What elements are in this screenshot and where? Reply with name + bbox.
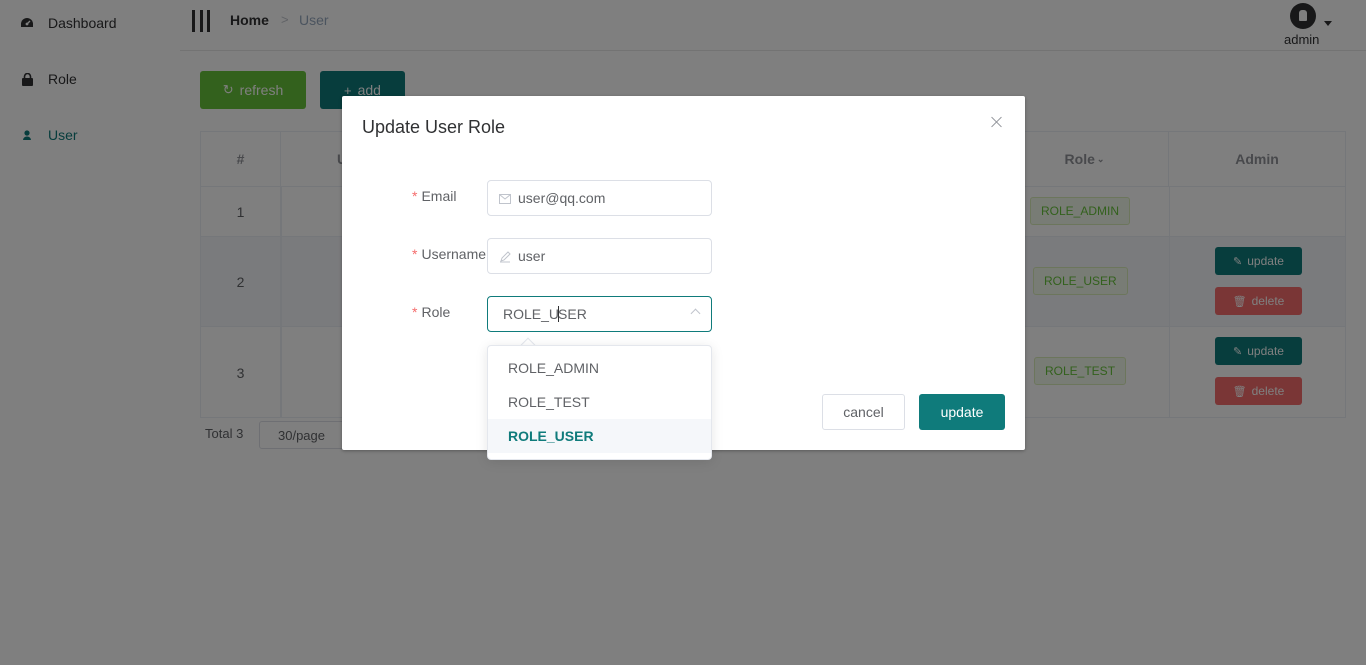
cancel-button[interactable]: cancel <box>822 394 905 430</box>
email-value: user@qq.com <box>518 190 606 206</box>
role-dropdown: ROLE_ADMIN ROLE_TEST ROLE_USER <box>487 345 712 460</box>
update-button[interactable]: update <box>919 394 1005 430</box>
chevron-up-icon[interactable] <box>690 308 701 319</box>
dialog-title: Update User Role <box>362 117 506 137</box>
role-option-test[interactable]: ROLE_TEST <box>488 385 711 419</box>
email-field[interactable]: user@qq.com <box>487 180 712 216</box>
required-marker: * <box>412 188 418 204</box>
email-label-text: Email <box>421 188 457 204</box>
message-icon <box>498 192 512 206</box>
username-value: user <box>518 248 546 264</box>
email-label: * Email <box>412 188 492 204</box>
username-label-text: Username <box>421 246 487 262</box>
required-marker: * <box>412 246 418 262</box>
role-select-value: ROLE_USER <box>503 306 587 322</box>
role-option-user[interactable]: ROLE_USER <box>488 419 711 453</box>
edit-outline-icon <box>498 250 512 264</box>
role-label-text: Role <box>421 304 451 320</box>
required-marker: * <box>412 304 418 320</box>
username-label: * Username <box>412 246 492 262</box>
role-select[interactable]: ROLE_USER <box>487 296 712 332</box>
close-icon[interactable] <box>989 114 1005 130</box>
username-field[interactable]: user <box>487 238 712 274</box>
role-option-admin[interactable]: ROLE_ADMIN <box>488 351 711 385</box>
role-label: * Role <box>412 304 492 320</box>
